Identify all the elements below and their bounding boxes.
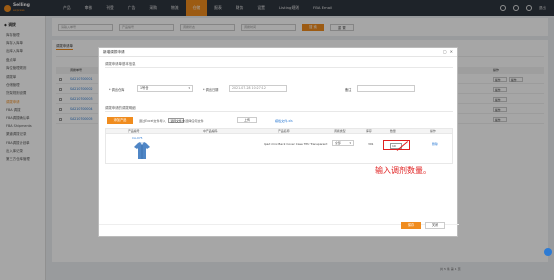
transfer-type-value: 全部 [335, 141, 341, 145]
product-name: Ipad mini Back Cover Case TPU Transparen… [264, 142, 328, 146]
add-transfer-dialog: 新增调拨申请 ▢ ✕ 调拨申请单基本信息 * 调出仓库 1号仓 ▾ * 调出日期… [98, 47, 459, 237]
close-button[interactable]: 关闭 [425, 222, 445, 229]
detail-section-title: 调拨申请的调拨明细 [105, 106, 136, 110]
transfer-type-select[interactable]: 全部 ▾ [332, 140, 354, 146]
dialog-header: 新增调拨申请 ▢ ✕ [99, 48, 457, 57]
date-label: * 调出日期 [203, 88, 219, 92]
delete-link[interactable]: 删除 [432, 142, 438, 146]
remark-label: 备注 [345, 88, 352, 92]
annotation-text: 输入调剂数量。 [375, 166, 431, 175]
excel-import-label: 通过Excel文件导入 [139, 119, 166, 123]
warehouse-select[interactable]: 1号仓 ▾ [137, 85, 193, 92]
divider [105, 67, 453, 68]
sku-link[interactable]: CA-075 [132, 136, 143, 140]
save-button[interactable]: 保存 [401, 222, 421, 229]
stock-value: 391 [368, 142, 374, 146]
divider [105, 111, 453, 112]
remark-input[interactable] [357, 85, 415, 92]
warehouse-label: * 调出仓库 [109, 88, 125, 92]
no-file-text: 未选择任何文件 [182, 119, 204, 123]
maximize-icon[interactable]: ▢ [443, 50, 447, 54]
warehouse-value: 1号仓 [140, 86, 149, 90]
basic-info-section-title: 调拨申请单基本信息 [105, 62, 136, 66]
dialog-title: 新增调拨申请 [103, 49, 125, 54]
product-image [134, 142, 150, 159]
template-file-link[interactable]: 模板文件.xls [275, 118, 293, 123]
chevron-down-icon: ▾ [188, 86, 190, 90]
upload-button[interactable]: 上传 [237, 117, 257, 123]
chat-icon[interactable] [544, 248, 552, 256]
table-row: CA-075 Ipad mini Back Cover Case TPU Tra… [105, 134, 453, 164]
add-product-button[interactable]: 添加产品 [107, 117, 133, 124]
date-input[interactable]: 2021-07-28 10:27:12 [229, 85, 287, 92]
close-icon[interactable]: ✕ [450, 50, 453, 54]
chevron-down-icon: ▾ [349, 141, 351, 145]
